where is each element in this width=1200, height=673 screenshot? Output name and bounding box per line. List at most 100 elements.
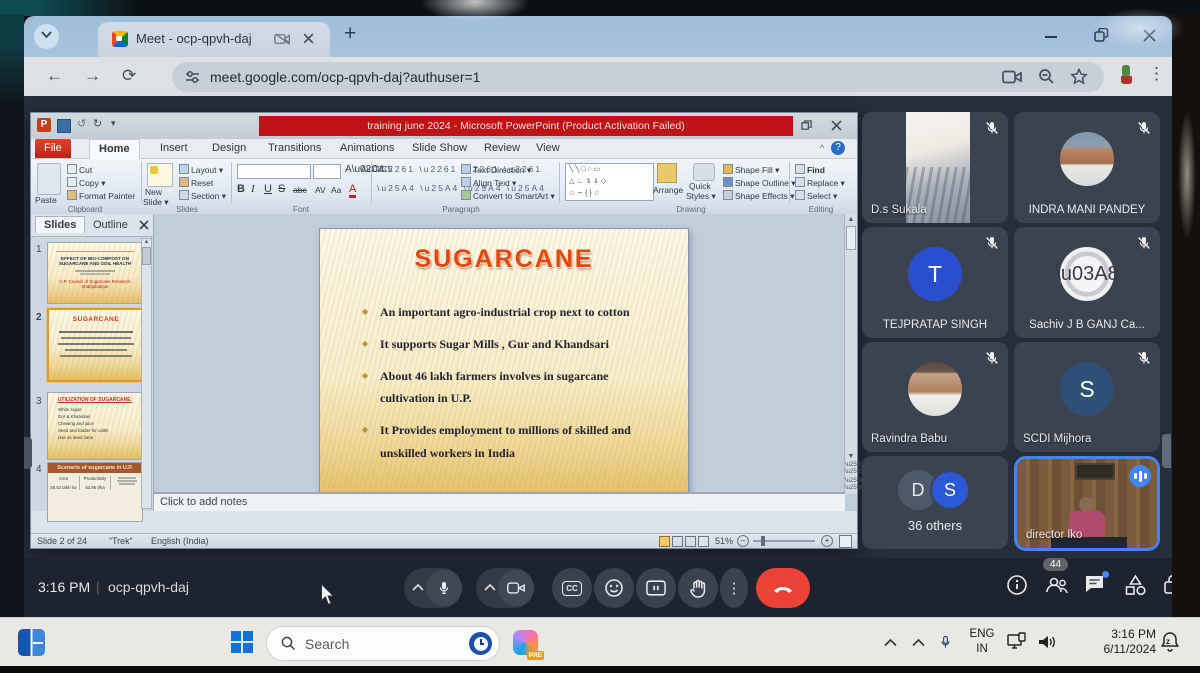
fit-to-window-button[interactable] bbox=[839, 535, 852, 548]
quick-styles-label2[interactable]: Styles ▾ bbox=[686, 191, 716, 202]
qat-dropdown-icon[interactable]: ▾ bbox=[111, 118, 116, 129]
active-speaker-tile[interactable]: director lko bbox=[1014, 456, 1160, 551]
present-button[interactable] bbox=[636, 568, 676, 608]
reload-button[interactable]: ⟳ bbox=[122, 66, 136, 86]
mic-options-chevron-icon[interactable] bbox=[412, 583, 424, 592]
font-color-button[interactable]: A bbox=[349, 183, 357, 198]
slide-thumbnail-4[interactable]: Scenario of sugarcane in U.P. Area 26.53 … bbox=[47, 462, 143, 522]
tab-view[interactable]: View bbox=[527, 139, 569, 158]
quick-styles-label1[interactable]: Quick bbox=[689, 181, 711, 191]
font-size-combobox[interactable] bbox=[313, 164, 341, 179]
extension-plant-icon[interactable] bbox=[1120, 65, 1133, 87]
browser-tab-meet[interactable]: Meet - ocp-qpvh-daj bbox=[98, 22, 330, 57]
tab-close-icon[interactable] bbox=[302, 32, 315, 45]
bold-button[interactable]: B bbox=[237, 183, 245, 195]
more-options-button[interactable]: ⋮ bbox=[720, 568, 748, 608]
raise-hand-button[interactable] bbox=[678, 568, 718, 608]
italic-button[interactable]: I bbox=[251, 183, 255, 195]
camera-permission-icon[interactable] bbox=[1002, 69, 1022, 85]
edge-icon[interactable] bbox=[552, 662, 590, 673]
shape-outline-button[interactable]: Shape Outline ▾ bbox=[723, 177, 796, 189]
participant-tile[interactable]: INDRA MANI PANDEY bbox=[1014, 112, 1160, 223]
slide-thumbnail-2-selected[interactable]: SUGARCANE bbox=[47, 308, 145, 382]
panel-scrollbar[interactable]: ▲ bbox=[141, 238, 152, 509]
ppt-restore-button[interactable] bbox=[801, 120, 812, 131]
text-direction-button[interactable]: Text Direction ▾ bbox=[461, 164, 531, 176]
paste-button-icon[interactable] bbox=[37, 163, 61, 195]
tab-transitions[interactable]: Transitions bbox=[259, 139, 330, 158]
powerpoint-window[interactable]: P ↺ ↻ ▾ training june 2024 - Microsoft P… bbox=[30, 112, 865, 549]
tab-insert[interactable]: Insert bbox=[151, 139, 197, 158]
find-button[interactable]: Find bbox=[795, 164, 825, 175]
network-icon[interactable] bbox=[1006, 632, 1028, 652]
slide-canvas[interactable]: SUGARCANE ◆ An important agro-industrial … bbox=[319, 228, 689, 502]
zoom-out-indicator-icon[interactable] bbox=[1038, 68, 1055, 85]
site-controls-icon[interactable] bbox=[185, 70, 200, 84]
mic-control[interactable] bbox=[404, 568, 462, 608]
underline-button[interactable]: U bbox=[264, 183, 272, 195]
arrange-icon[interactable] bbox=[657, 163, 677, 183]
chat-button[interactable] bbox=[1084, 571, 1109, 600]
participant-tile[interactable]: S SCDI Mijhora bbox=[1014, 342, 1160, 452]
redo-icon[interactable]: ↻ bbox=[93, 117, 102, 130]
reset-button[interactable]: Reset bbox=[179, 177, 213, 188]
left-scroll-handle[interactable] bbox=[24, 437, 32, 469]
undo-icon[interactable]: ↺ bbox=[77, 117, 86, 130]
arrange-button[interactable]: Arrange bbox=[653, 185, 683, 195]
window-minimize-button[interactable] bbox=[1044, 35, 1058, 39]
activities-button[interactable] bbox=[1124, 574, 1147, 601]
shape-effects-button[interactable]: Shape Effects ▾ bbox=[723, 190, 794, 202]
window-restore-button[interactable] bbox=[1094, 28, 1109, 43]
new-slide-label1[interactable]: New bbox=[145, 187, 162, 197]
tab-design[interactable]: Design bbox=[203, 139, 255, 158]
section-button[interactable]: Section ▾ bbox=[179, 190, 226, 202]
bookmark-star-icon[interactable] bbox=[1070, 68, 1088, 85]
input-language-indicator[interactable]: ENG IN bbox=[966, 627, 998, 657]
taskbar-search-box[interactable]: Search bbox=[266, 626, 500, 661]
volume-icon[interactable] bbox=[1036, 632, 1058, 652]
tiles-scroll-handle[interactable] bbox=[1162, 434, 1171, 468]
camera-button[interactable] bbox=[498, 570, 534, 606]
copy-button[interactable]: Copy ▾ bbox=[67, 177, 105, 189]
participant-tile[interactable]: D.s Sukala bbox=[862, 112, 1008, 223]
save-icon[interactable] bbox=[57, 119, 71, 133]
tray-mic-in-use-icon[interactable] bbox=[938, 631, 953, 653]
participant-tile[interactable]: T TEJPRATAP SINGH bbox=[862, 227, 1008, 338]
layout-button[interactable]: Layout ▾ bbox=[179, 164, 223, 176]
meeting-details-button[interactable] bbox=[1006, 574, 1028, 601]
replace-button[interactable]: Replace ▾ bbox=[795, 177, 845, 189]
new-tab-button[interactable]: + bbox=[344, 22, 356, 46]
back-button[interactable]: ← bbox=[46, 66, 63, 86]
zoom-in-button[interactable]: + bbox=[821, 535, 833, 547]
participant-tile[interactable]: \u03A8 Sachiv J B GANJ Ca... bbox=[1014, 227, 1160, 338]
view-sorter-button[interactable] bbox=[672, 536, 683, 547]
convert-smartart-button[interactable]: Convert to SmartArt ▾ bbox=[461, 190, 555, 202]
strikethrough-button[interactable]: S bbox=[278, 183, 285, 195]
ppt-close-button[interactable] bbox=[831, 120, 842, 131]
tab-file[interactable]: File bbox=[35, 139, 71, 158]
select-button[interactable]: Select ▾ bbox=[795, 190, 837, 202]
tab-home[interactable]: Home bbox=[89, 139, 140, 159]
ribbon-collapse-icon[interactable]: ^ bbox=[811, 139, 833, 158]
panel-close-icon[interactable] bbox=[139, 220, 149, 230]
char-spacing-button[interactable]: AV bbox=[315, 185, 326, 195]
outline-tab[interactable]: Outline bbox=[87, 218, 134, 232]
tab-animations[interactable]: Animations bbox=[331, 139, 403, 158]
slide-thumbnail-3[interactable]: UTILIZATION OF SUGARCANE: White sugar Gu… bbox=[47, 392, 143, 460]
tab-review[interactable]: Review bbox=[475, 139, 529, 158]
scroll-down-icon[interactable]: ▼ bbox=[845, 453, 857, 460]
forward-button[interactable]: → bbox=[84, 66, 101, 86]
tray-chevron-up[interactable] bbox=[912, 638, 925, 647]
zoom-out-button[interactable]: – bbox=[737, 535, 749, 547]
slide-scrollbar[interactable]: ▲ ▼ \u25B2 \u25B2 \u25BC \u25BC bbox=[844, 214, 865, 494]
tab-slideshow[interactable]: Slide Show bbox=[403, 139, 476, 158]
notification-bell-icon[interactable]: z bbox=[1160, 631, 1180, 658]
address-bar[interactable]: meet.google.com/ocp-qpvh-daj?authuser=1 bbox=[172, 62, 1104, 92]
start-button[interactable] bbox=[231, 631, 253, 653]
shape-fill-button[interactable]: Shape Fill ▾ bbox=[723, 164, 779, 176]
people-button[interactable] bbox=[1044, 574, 1070, 601]
camera-control[interactable] bbox=[476, 568, 534, 608]
align-text-button[interactable]: Align Text ▾ bbox=[461, 177, 516, 189]
window-close-button[interactable] bbox=[1142, 28, 1157, 43]
camera-options-chevron-icon[interactable] bbox=[484, 583, 496, 592]
